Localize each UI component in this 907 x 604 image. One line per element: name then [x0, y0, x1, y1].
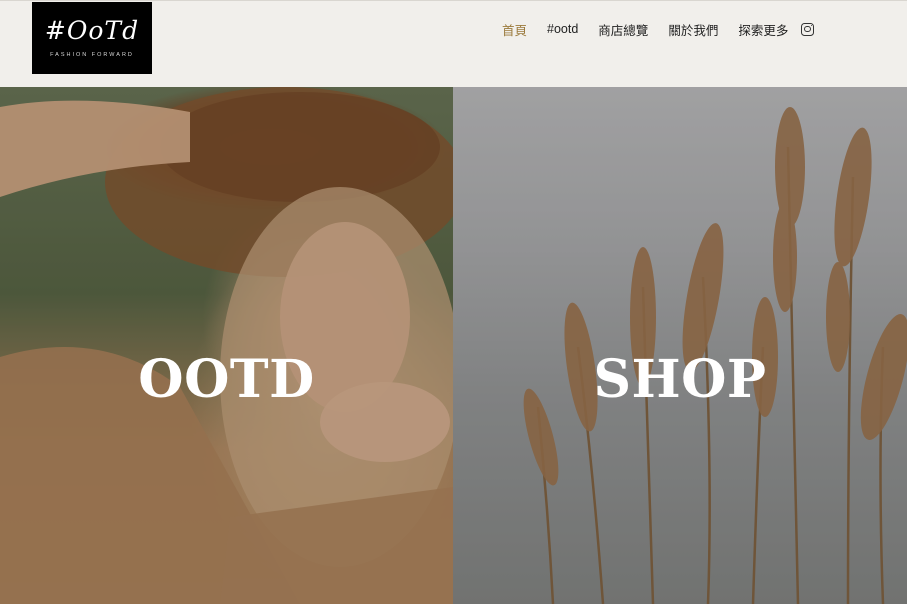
site-header: #OoTd FASHION FORWARD 首頁 #ootd 商店總覽 關於我們… [0, 0, 907, 87]
shop-panel[interactable]: SHOP [453, 87, 907, 604]
main-nav: 首頁 #ootd 商店總覽 關於我們 探索更多 [502, 19, 815, 39]
nav-item-home[interactable]: 首頁 [502, 20, 527, 39]
hero-panels: OOTD SHOP [0, 87, 907, 604]
shop-overlay [453, 87, 907, 604]
ootd-overlay [0, 87, 453, 604]
logo-tagline: FASHION FORWARD [50, 52, 134, 58]
ootd-panel[interactable]: OOTD [0, 87, 453, 604]
nav-item-explore-more[interactable]: 探索更多 [738, 20, 788, 39]
nav-item-ootd[interactable]: #ootd [547, 22, 578, 36]
nav-item-shop-overview[interactable]: 商店總覽 [598, 20, 648, 39]
nav-item-about-us[interactable]: 關於我們 [668, 20, 718, 39]
logo-mark: #OoTd [44, 16, 140, 45]
instagram-icon[interactable] [801, 22, 815, 36]
shop-title: SHOP [593, 349, 767, 410]
site-logo[interactable]: #OoTd FASHION FORWARD [32, 2, 152, 74]
ootd-title: OOTD [138, 349, 315, 410]
